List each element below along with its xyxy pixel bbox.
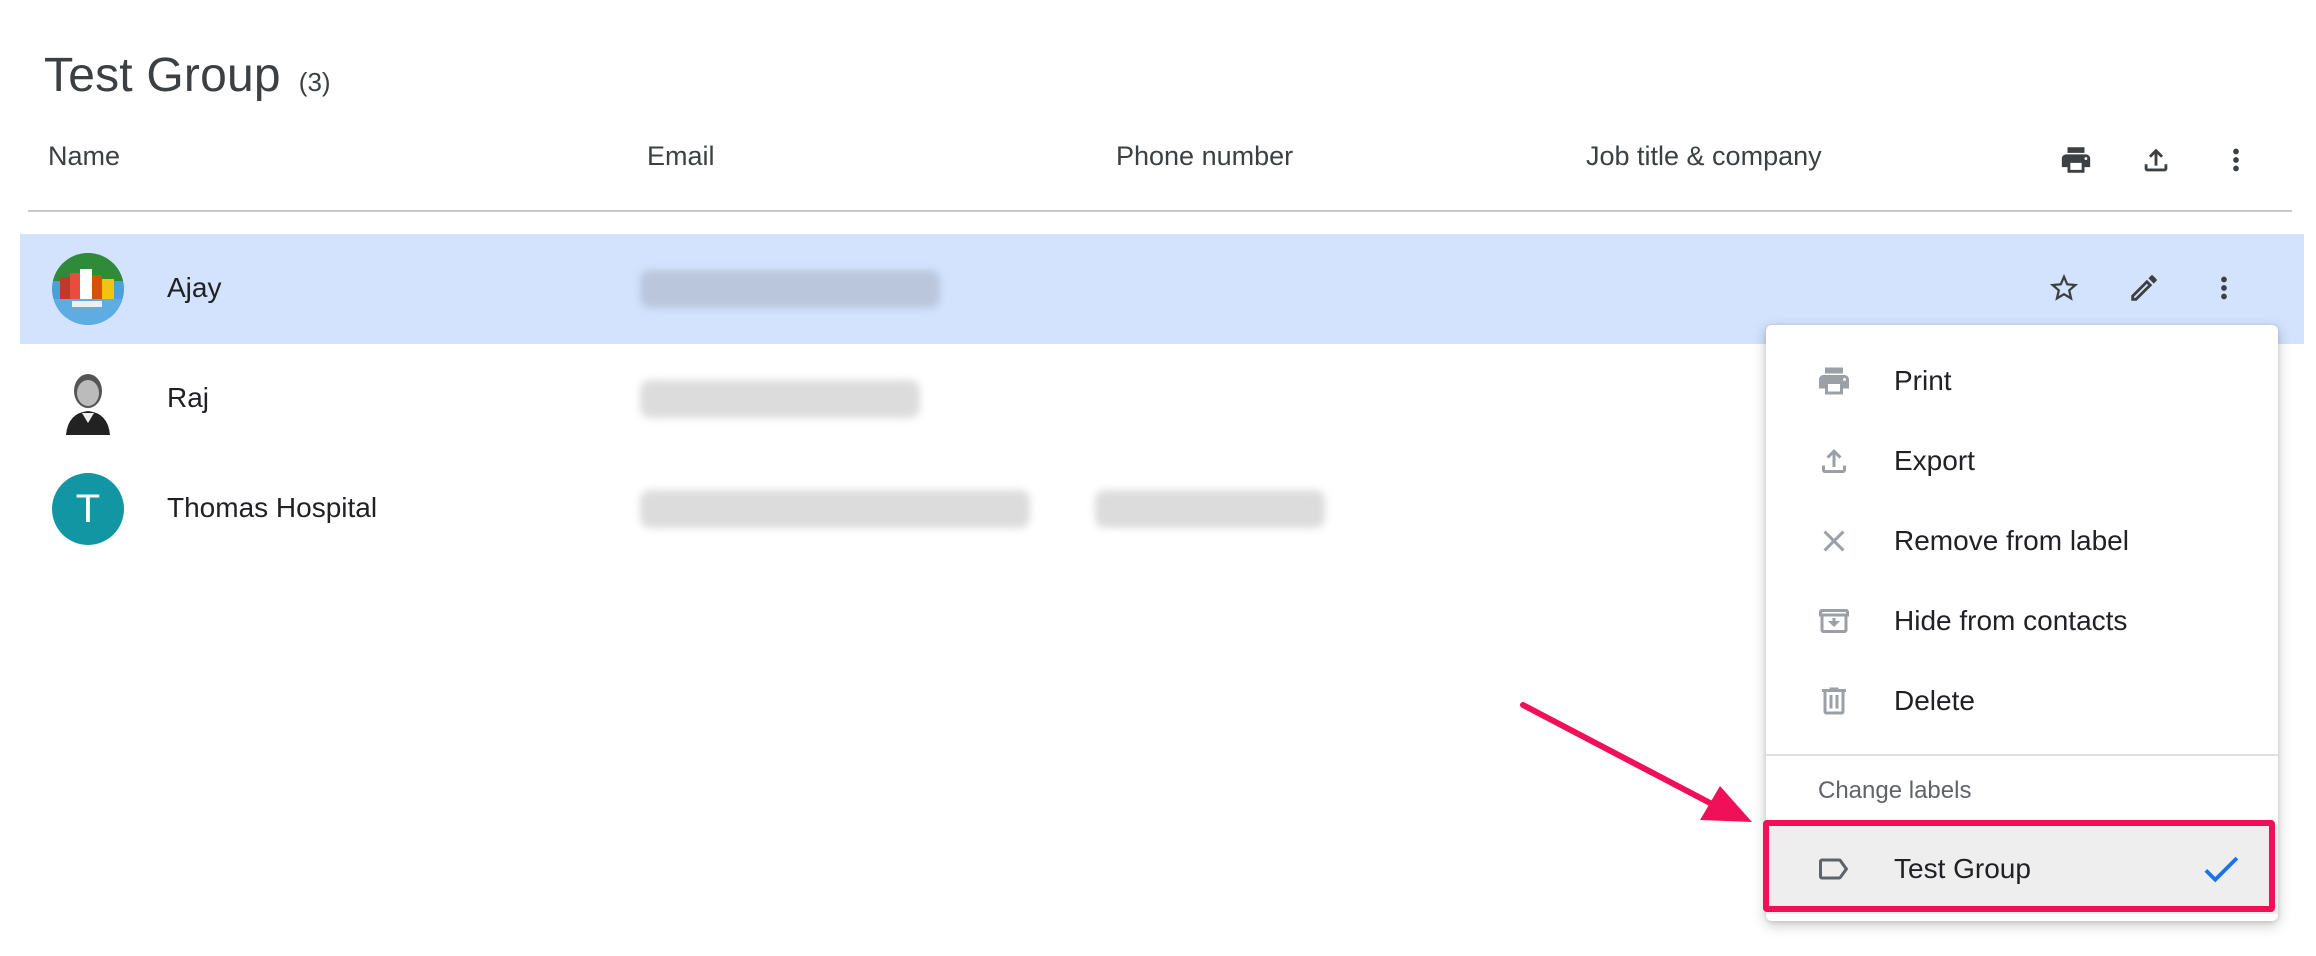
avatar — [52, 363, 124, 435]
annotation-highlight-box — [1763, 820, 2275, 912]
menu-item-hide-from-contacts[interactable]: Hide from contacts — [1766, 581, 2278, 661]
title-row: Test Group (3) — [44, 48, 331, 103]
page-title: Test Group — [44, 49, 281, 102]
menu-item-label: Hide from contacts — [1894, 605, 2128, 636]
print-icon — [1814, 361, 1854, 401]
table-header: Name Email Phone number Job title & comp… — [0, 125, 2316, 195]
export-icon[interactable] — [2116, 125, 2196, 195]
menu-item-label: Print — [1894, 365, 1952, 396]
header-actions — [2036, 125, 2276, 195]
archive-icon — [1814, 601, 1854, 641]
column-header-phone[interactable]: Phone number — [1116, 141, 1293, 172]
menu-item-remove-from-label[interactable]: Remove from label — [1766, 501, 2278, 581]
menu-item-label: Export — [1894, 445, 1975, 476]
contact-name[interactable]: Thomas Hospital — [167, 492, 377, 524]
close-icon — [1814, 521, 1854, 561]
star-icon[interactable] — [2024, 248, 2104, 328]
menu-divider — [1766, 754, 2278, 756]
menu-item-print[interactable]: Print — [1766, 341, 2278, 421]
contact-count: (3) — [298, 67, 331, 97]
column-header-job[interactable]: Job title & company — [1586, 141, 1822, 172]
trash-icon — [1814, 681, 1854, 721]
avatar — [52, 253, 124, 325]
email-redacted — [640, 270, 940, 308]
contact-name[interactable]: Ajay — [167, 272, 221, 304]
column-header-email[interactable]: Email — [647, 141, 715, 172]
menu-section-label: Change labels — [1818, 777, 1972, 804]
row-actions — [2024, 248, 2264, 328]
email-redacted — [640, 380, 920, 418]
edit-icon[interactable] — [2104, 248, 2184, 328]
avatar: T — [52, 473, 124, 545]
menu-item-export[interactable]: Export — [1766, 421, 2278, 501]
print-icon[interactable] — [2036, 125, 2116, 195]
export-icon — [1814, 441, 1854, 481]
header-divider — [28, 210, 2292, 212]
email-redacted — [640, 490, 1030, 528]
menu-item-delete[interactable]: Delete — [1766, 661, 2278, 741]
more-vert-icon[interactable] — [2184, 248, 2264, 328]
menu-item-label: Delete — [1894, 685, 1975, 716]
contact-name[interactable]: Raj — [167, 382, 209, 414]
more-vert-icon[interactable] — [2196, 125, 2276, 195]
menu-item-label: Remove from label — [1894, 525, 2129, 556]
column-header-name[interactable]: Name — [48, 141, 120, 172]
phone-redacted — [1095, 490, 1325, 528]
